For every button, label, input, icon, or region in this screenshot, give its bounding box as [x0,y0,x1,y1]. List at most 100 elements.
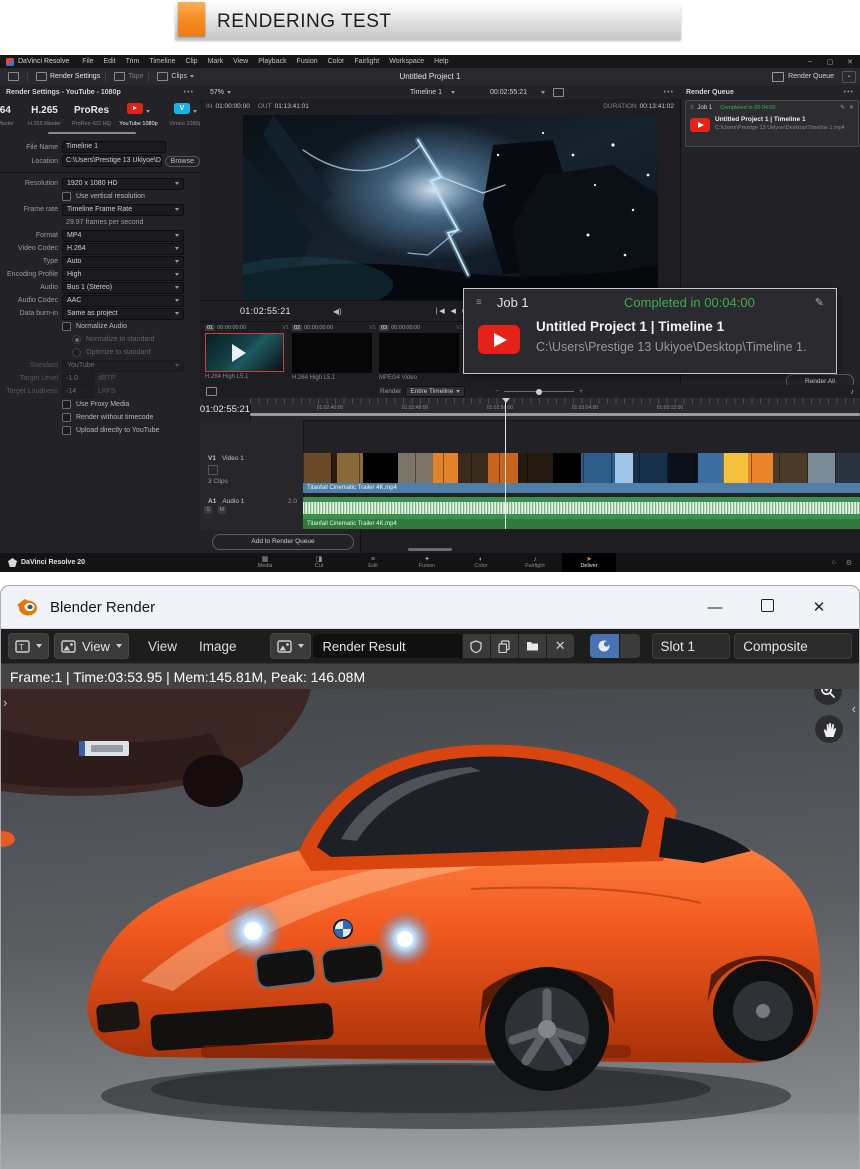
menu-item[interactable]: Edit [99,58,121,65]
menu-item[interactable]: Playback [253,58,291,65]
video-clip-name[interactable]: Titanfall Cinematic Trailer 4K.mp4 [303,483,860,493]
viewer-options-button[interactable]: ••• [664,89,674,96]
data-burn-in-select[interactable]: Same as project [62,308,184,320]
audio-note-icon[interactable]: ♪ [850,387,854,396]
preset-vimeo[interactable]: Vimeo 1080p [162,103,201,127]
browse-button[interactable]: Browse [165,156,200,167]
vertical-resolution-checkbox[interactable] [62,192,71,201]
solo-button[interactable]: S [204,506,212,514]
preset-h265[interactable]: H.265 H.265 Master [21,103,68,127]
render-range-select[interactable]: Entire Timeline [405,386,465,397]
render-queue-toggle[interactable]: Render Queue [788,73,834,80]
timeline-ruler[interactable]: 01:02:55:21 01:02:40:0001:02:48:0001:02:… [200,398,860,421]
preset-scrollbar[interactable] [48,132,136,134]
panel-options-button[interactable]: ••• [184,89,194,96]
edit-job-icon[interactable]: ✎ [840,104,845,111]
audio-clip-name[interactable]: Titanfall Cinematic Trailer 4K.mp4 [303,519,860,529]
timeline-hscroll-handle[interactable] [408,548,452,551]
page-tab[interactable]: ♪ Fairlight [508,553,562,572]
normalize-audio-checkbox[interactable] [62,322,71,331]
maximize-button[interactable] [741,599,793,616]
menu-item[interactable]: Workspace [384,58,429,65]
menu-item[interactable]: Fairlight [349,58,384,65]
menu-item[interactable]: View [228,58,253,65]
timeline-playhead[interactable] [505,398,506,529]
timeline-zoom-slider[interactable]: −+ [495,388,583,395]
video-preview[interactable] [243,115,658,300]
unlink-x-icon[interactable]: ✕ [547,634,574,658]
menu-item[interactable]: File [77,58,98,65]
render-job-card[interactable]: ≡ Job 1 Completed in 00:04:00 ✎ ✕ Untitl… [685,100,859,147]
clip-thumbnail-2[interactable]: 0200:00:00:00V1 H.264 High L5.1 [292,323,376,381]
remove-job-icon[interactable]: ✕ [849,104,854,111]
proxy-media-checkbox[interactable] [62,400,71,409]
encoding-profile-select[interactable]: High [62,269,184,281]
page-tab[interactable]: ◨ Cut [292,553,346,572]
track-lock-icon[interactable] [208,465,218,475]
type-select[interactable]: Auto [62,256,184,268]
panel-dropdown-button[interactable]: ⌄ [842,71,856,83]
audio-codec-select[interactable]: AAC [62,295,184,307]
preset-h264[interactable]: H.264 H.264 Master [0,103,21,127]
menu-item[interactable]: Fusion [292,58,323,65]
page-tab[interactable]: ≡ Edit [346,553,400,572]
render-settings-button[interactable]: Render Settings [50,73,100,80]
copy-icon[interactable] [491,634,518,658]
slot-select[interactable]: Slot 1 [652,633,731,659]
speaker-icon[interactable]: ◀) [333,307,342,316]
format-select[interactable]: MP4 [62,230,184,242]
minimize-button[interactable]: – [800,58,820,65]
normalize-standard-radio[interactable] [72,335,81,344]
menu-item[interactable]: Color [323,58,350,65]
mute-button[interactable]: M [218,506,226,514]
target-level-input[interactable]: -1.0 [62,373,94,385]
fake-user-shield-icon[interactable] [463,634,490,658]
view-mode-dropdown[interactable]: View [54,633,129,659]
page-tab[interactable]: ▦ Media [238,553,292,572]
settings-gear-icon[interactable]: ⚙ [846,559,852,567]
video-clip-filmstrip[interactable] [303,453,860,483]
clip-thumbnail-1[interactable]: 0100:00:00:00V1 H.264 High L5.1 [205,323,289,380]
timeline-select[interactable]: Timeline 1 [410,89,442,96]
timeline-scroll-bar[interactable] [250,413,860,416]
menu-image[interactable]: Image [188,639,248,654]
pan-hand-button[interactable] [815,715,843,743]
render-without-timecode-checkbox[interactable] [62,413,71,422]
menu-item[interactable]: Timeline [144,58,180,65]
page-tab[interactable]: ➤ Deliver [562,553,616,572]
frame-rate-select[interactable]: Timeline Frame Rate [62,204,184,216]
close-button[interactable]: ✕ [840,58,860,66]
editor-type-button[interactable]: T [8,633,49,659]
page-tab[interactable]: ◐ Color [454,553,508,572]
menu-item[interactable]: Trim [121,58,145,65]
right-region-toggle[interactable]: ‹ [852,701,856,716]
target-loudness-input[interactable]: -14 [62,386,94,398]
maximize-button[interactable]: ▢ [820,58,840,66]
timeline-view-icon[interactable] [206,387,217,396]
audio-clip-waveform[interactable] [303,497,860,519]
queue-options-button[interactable]: ••• [844,89,854,96]
preset-youtube[interactable]: YouTube 1080p [115,103,162,127]
optimize-standard-radio[interactable] [72,348,81,357]
video-codec-select[interactable]: H.264 [62,243,184,255]
menu-item[interactable]: Clip [181,58,203,65]
resolution-select[interactable]: 1920 x 1080 HD [62,178,184,190]
zoom-select[interactable]: 57% [210,89,224,96]
menu-view[interactable]: View [137,639,188,654]
monitor-icon[interactable] [8,72,19,81]
clips-button[interactable]: Clips [171,73,187,80]
clip-thumbnail-3[interactable]: 0300:00:00:00V1 MPEG4 Video [379,323,463,381]
pass-select[interactable]: Composite [734,633,852,659]
location-input[interactable]: C:\Users\Prestige 13 Ukiyoe\Desktop [62,155,162,167]
drag-handle-icon[interactable]: ≡ [476,297,483,308]
left-region-toggle[interactable]: › [3,695,7,710]
audio-select[interactable]: Bus 1 (Stereo) [62,282,184,294]
render-viewport[interactable]: › ‹ [1,689,859,1169]
menu-item[interactable]: Help [429,58,453,65]
add-to-render-queue-button[interactable]: Add to Render Queue [212,534,354,550]
preset-prores[interactable]: ProRes ProRes 422 HQ [68,103,115,127]
menu-item[interactable]: Mark [203,58,229,65]
image-name-field[interactable]: Render Result [313,634,462,658]
minimize-button[interactable]: — [689,599,741,616]
page-tab[interactable]: ✦ Fusion [400,553,454,572]
